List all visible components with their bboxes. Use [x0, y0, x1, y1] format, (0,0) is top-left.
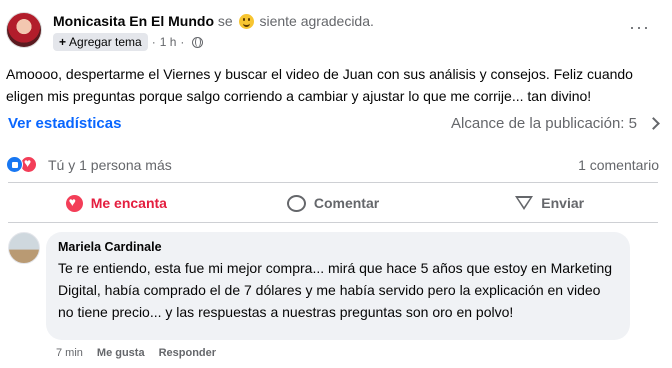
post-card: Monicasita En El Mundo se siente agradec… [0, 0, 672, 368]
send-button-label: Enviar [541, 195, 585, 211]
comment-bubble: Mariela Cardinale Te re entiendo, esta f… [46, 232, 630, 340]
separator: · [151, 35, 156, 49]
commenter-avatar[interactable] [8, 232, 40, 264]
comment-button[interactable]: Comentar [225, 188, 442, 218]
send-icon [515, 195, 534, 211]
feeling-prefix: se [217, 13, 233, 29]
author-line: Monicasita En El Mundo se siente agradec… [53, 13, 374, 29]
comment-button-label: Comentar [313, 195, 380, 211]
separator: · [180, 35, 185, 49]
send-button[interactable]: Enviar [441, 188, 658, 218]
comment-meta: 7 min Me gusta Responder [56, 347, 216, 359]
divider [8, 222, 658, 223]
comment-time[interactable]: 7 min [56, 347, 83, 359]
post-text: Amoooo, despertarme el Viernes y buscar … [6, 66, 633, 104]
post-actions: Me encanta Comentar Enviar [8, 188, 658, 218]
post-time[interactable]: 1 h [160, 35, 177, 49]
add-topic-label: Agregar tema [69, 35, 142, 49]
comments-count[interactable]: 1 comentario [578, 157, 659, 173]
comment-text: Te re entiendo, esta fue mi mejor compra… [58, 260, 613, 320]
reaction-icons[interactable] [6, 156, 37, 173]
love-button[interactable]: Me encanta [8, 188, 225, 218]
comment-reply-button[interactable]: Responder [159, 347, 216, 359]
comment-author[interactable]: Mariela Cardinale [58, 240, 618, 254]
reach-value: 5 [628, 115, 637, 132]
love-button-label: Me encanta [90, 195, 167, 211]
author-name[interactable]: Monicasita En El Mundo [53, 13, 214, 29]
chevron-right-icon [647, 117, 660, 130]
plus-icon: + [59, 35, 67, 49]
post-meta: + Agregar tema · 1 h · [53, 33, 204, 51]
reactions-text[interactable]: Tú y 1 persona más [48, 157, 172, 173]
globe-icon[interactable] [192, 36, 204, 48]
feeling-text: siente agradecida. [259, 13, 374, 29]
comment-icon [286, 194, 306, 212]
view-insights-link[interactable]: Ver estadísticas [8, 115, 121, 132]
post-reach[interactable]: Alcance de la publicación: 5 [451, 115, 660, 132]
insights-row: Ver estadísticas Alcance de la publicaci… [8, 115, 660, 137]
author-avatar[interactable] [6, 12, 42, 48]
like-reaction-icon [6, 156, 23, 173]
heart-icon [65, 194, 83, 212]
divider [8, 182, 658, 183]
smiling-face-icon [238, 14, 254, 29]
comment-like-button[interactable]: Me gusta [97, 347, 145, 359]
reach-label: Alcance de la publicación: [451, 115, 625, 132]
add-topic-button[interactable]: + Agregar tema [53, 33, 148, 51]
more-options-icon[interactable]: ··· [629, 18, 650, 36]
reactions-summary: Tú y 1 persona más 1 comentario [6, 156, 659, 176]
